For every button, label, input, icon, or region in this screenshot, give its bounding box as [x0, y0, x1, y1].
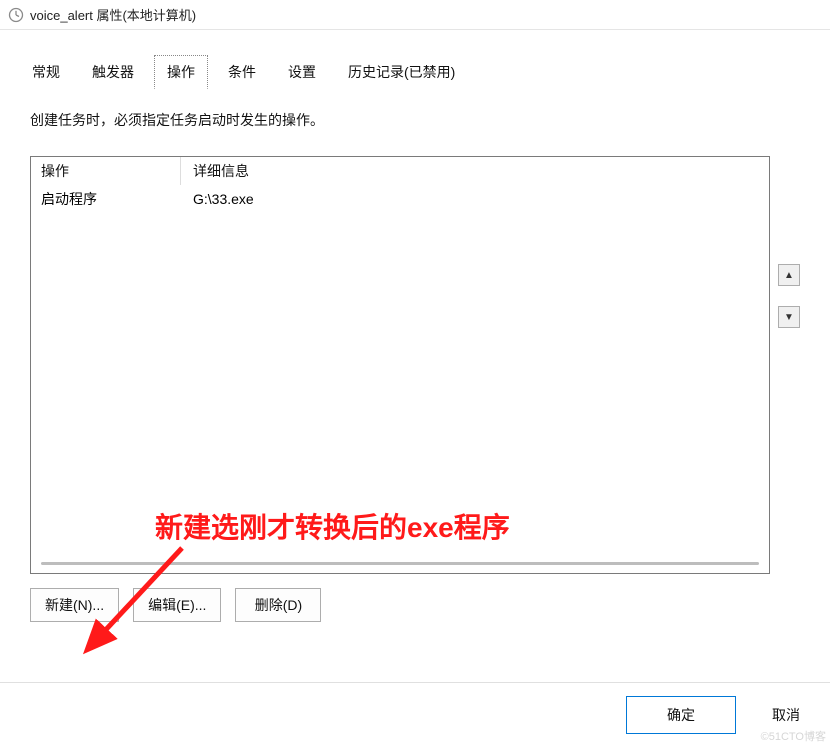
cell-action: 启动程序 [31, 185, 181, 213]
triangle-down-icon: ▼ [784, 312, 794, 323]
clock-icon [8, 7, 24, 23]
reorder-buttons: ▲ ▼ [778, 264, 800, 328]
edit-button[interactable]: 编辑(E)... [133, 588, 221, 622]
tab-actions[interactable]: 操作 [154, 55, 208, 89]
tab-history[interactable]: 历史记录(已禁用) [336, 56, 467, 88]
action-buttons-row: 新建(N)... 编辑(E)... 删除(D) [0, 574, 830, 622]
properties-dialog: voice_alert 属性(本地计算机) 常规 触发器 操作 条件 设置 历史… [0, 0, 830, 746]
actions-panel: 创建任务时，必须指定任务启动时发生的操作。 操作 详细信息 启动程序 G:\33… [0, 88, 830, 574]
client-area: 常规 触发器 操作 条件 设置 历史记录(已禁用) 创建任务时，必须指定任务启动… [0, 30, 830, 746]
cell-detail: G:\33.exe [181, 185, 769, 213]
column-header-detail[interactable]: 详细信息 [181, 157, 769, 185]
tab-settings[interactable]: 设置 [276, 56, 328, 88]
actions-list[interactable]: 操作 详细信息 启动程序 G:\33.exe [30, 156, 770, 574]
tab-general[interactable]: 常规 [20, 56, 72, 88]
title-bar: voice_alert 属性(本地计算机) [0, 0, 830, 30]
horizontal-scrollbar[interactable] [41, 562, 759, 565]
cancel-button[interactable]: 取消 [756, 697, 816, 733]
list-row[interactable]: 启动程序 G:\33.exe [31, 185, 769, 213]
triangle-up-icon: ▲ [784, 270, 794, 281]
window-title: voice_alert 属性(本地计算机) [30, 5, 196, 24]
ok-button[interactable]: 确定 [626, 696, 736, 734]
list-header: 操作 详细信息 [31, 157, 769, 185]
panel-instruction: 创建任务时，必须指定任务启动时发生的操作。 [30, 110, 808, 130]
move-up-button[interactable]: ▲ [778, 264, 800, 286]
tab-triggers[interactable]: 触发器 [80, 56, 146, 88]
column-header-action[interactable]: 操作 [31, 157, 181, 185]
tab-conditions[interactable]: 条件 [216, 56, 268, 88]
delete-button[interactable]: 删除(D) [235, 588, 321, 622]
move-down-button[interactable]: ▼ [778, 306, 800, 328]
tab-strip: 常规 触发器 操作 条件 设置 历史记录(已禁用) [0, 30, 830, 88]
new-button[interactable]: 新建(N)... [30, 588, 119, 622]
dialog-footer: 确定 取消 [0, 682, 830, 746]
